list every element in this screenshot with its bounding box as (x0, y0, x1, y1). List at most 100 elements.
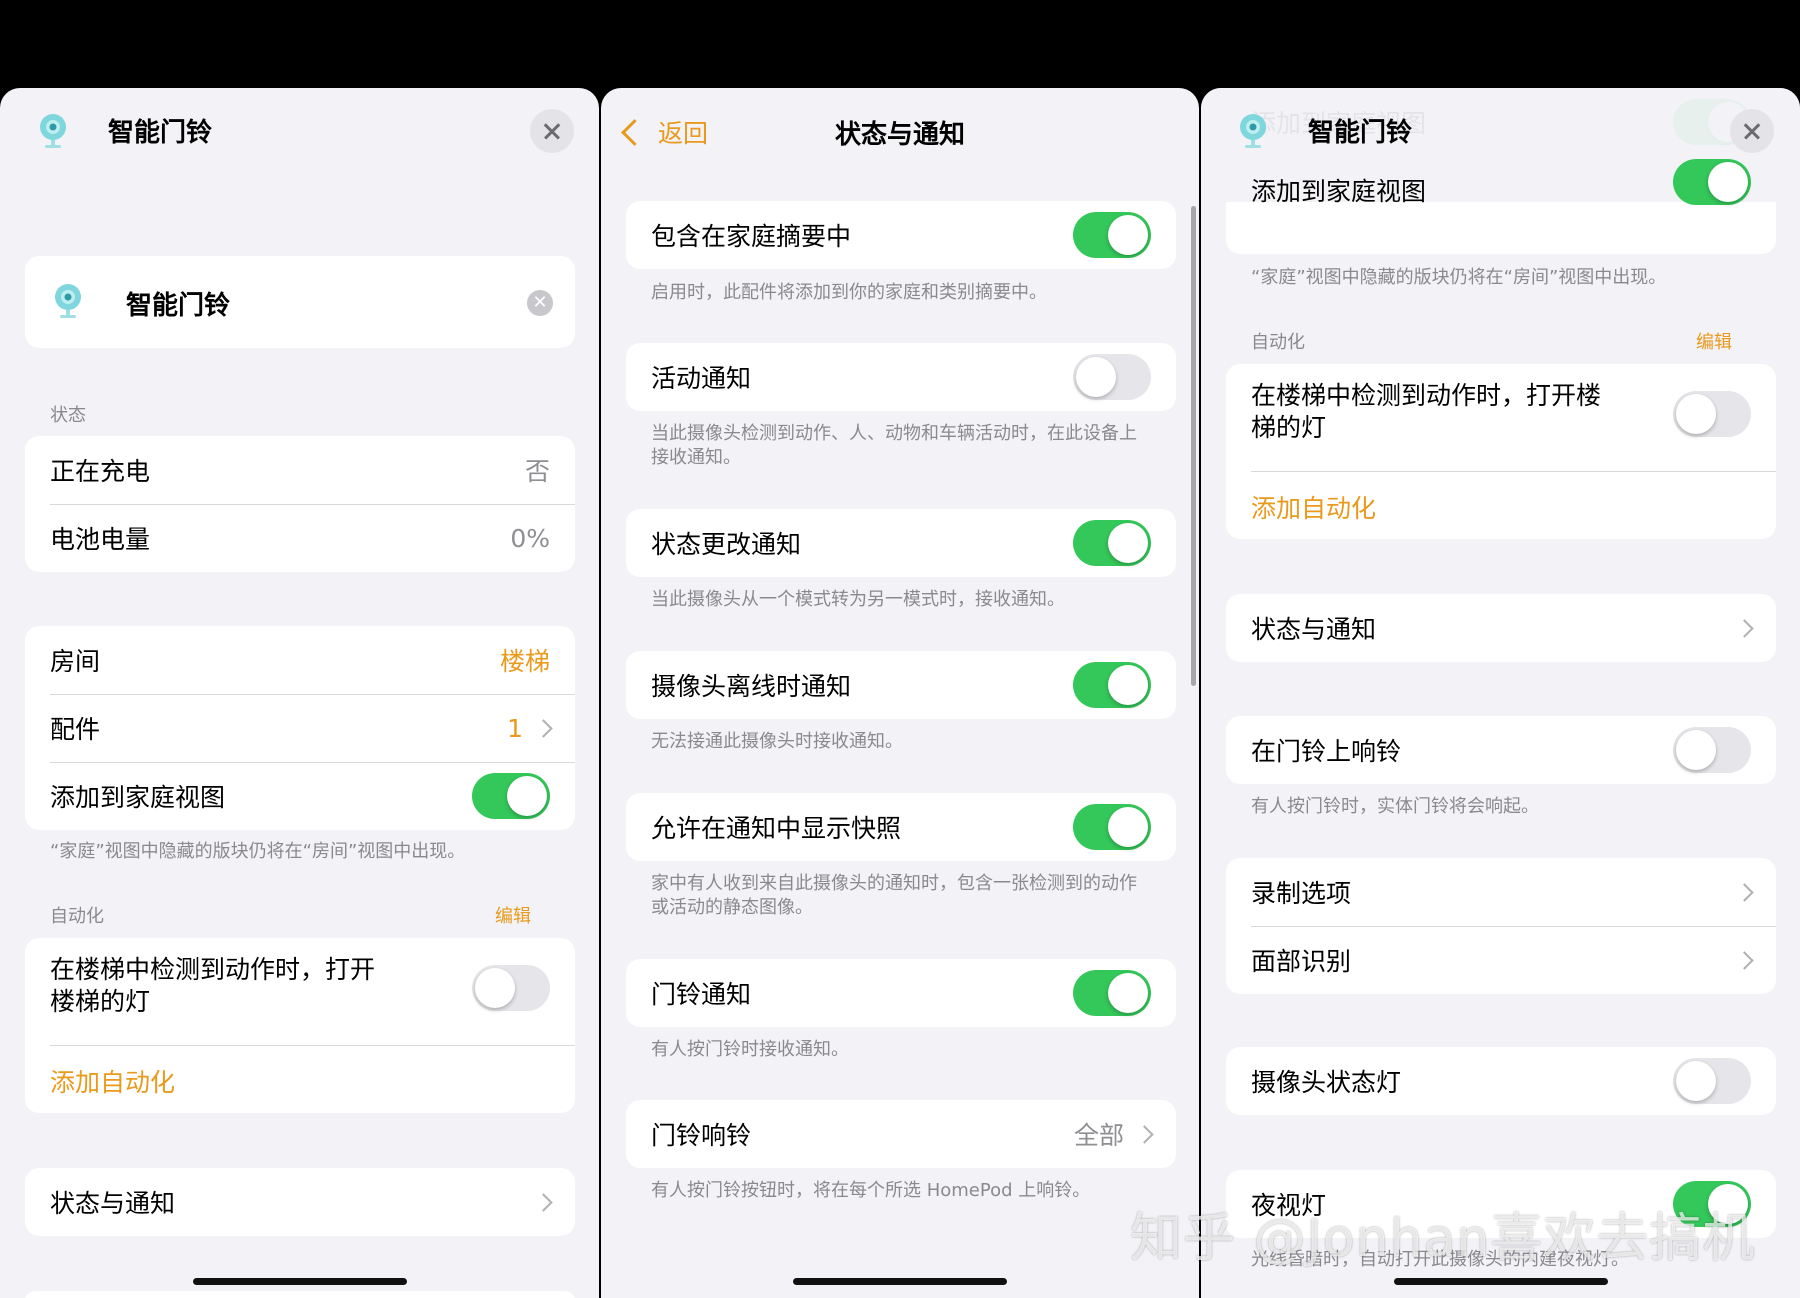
room-value[interactable]: 楼梯 (500, 642, 550, 678)
automation-section-label: 自动化 (1251, 332, 1305, 353)
back-label: 返回 (658, 119, 709, 148)
ring-doorbell-label: 在门铃上响铃 (1251, 737, 1402, 766)
scrollbar[interactable] (1191, 206, 1196, 686)
next-card (25, 1291, 575, 1298)
page-title: 智能门铃 (108, 118, 213, 148)
automation-item-label[interactable]: 在楼梯中检测到动作时，打开楼梯的灯 (50, 954, 390, 1018)
charging-value: 否 (524, 457, 550, 486)
status-notify-card[interactable]: 状态与通知 (1226, 594, 1776, 662)
clear-icon[interactable]: ✕ (527, 290, 553, 316)
accessory-name-field[interactable]: 智能门铃 (126, 285, 230, 322)
room-row[interactable]: 房间 楼梯 (25, 626, 575, 694)
chevron-right-icon (534, 1192, 553, 1212)
chevron-right-icon (1735, 882, 1754, 902)
snapshot-note: 家中有人收到来自此摄像头的通知时，包含一张检测到的动作或活动的静态图像。 (651, 873, 1137, 918)
state-change-toggle[interactable] (1073, 520, 1151, 566)
offline-notify-card: 摄像头离线时通知 (626, 651, 1176, 719)
camera-light-row: 摄像头状态灯 (1226, 1047, 1776, 1115)
automation-card: 在楼梯中检测到动作时，打开楼梯的灯 添加自动化 (25, 938, 575, 1113)
home-summary-toggle[interactable] (1073, 212, 1151, 258)
doorbell-notify-toggle[interactable] (1073, 970, 1151, 1016)
snapshot-toggle[interactable] (1073, 804, 1151, 850)
home-indicator[interactable] (193, 1278, 407, 1285)
battery-row: 电池电量 0% (25, 504, 575, 572)
chevron-right-icon (1135, 1124, 1154, 1144)
home-summary-row: 包含在家庭摘要中 (626, 201, 1176, 269)
activity-notify-note: 当此摄像头检测到动作、人、动物和车辆活动时，在此设备上接收通知。 (651, 423, 1137, 468)
camera-icon (40, 114, 66, 148)
automation-item-label[interactable]: 在楼梯中检测到动作时，打开楼梯的灯 (1251, 380, 1611, 444)
accessory-detail-scrolled-panel: 添加到家庭视图 智能门铃 添加到家庭视图 “家庭”视图中隐藏的版块仍将在“房间”… (1201, 88, 1800, 1298)
home-summary-label: 包含在家庭摘要中 (651, 222, 852, 251)
recording-card: 录制选项 面部识别 (1226, 858, 1776, 994)
snapshot-card: 允许在通知中显示快照 (626, 793, 1176, 861)
automation-card: 在楼梯中检测到动作时，打开楼梯的灯 添加自动化 (1226, 364, 1776, 539)
activity-notify-row: 活动通知 (626, 343, 1176, 411)
home-indicator[interactable] (793, 1278, 1007, 1285)
battery-label: 电池电量 (50, 525, 151, 554)
camera-icon (1240, 114, 1266, 148)
face-recognition-row[interactable]: 面部识别 (1226, 926, 1776, 994)
chime-label: 门铃响铃 (651, 1121, 752, 1150)
close-button[interactable] (530, 109, 574, 153)
status-notify-label: 状态与通知 (50, 1189, 176, 1218)
camera-light-label: 摄像头状态灯 (1251, 1068, 1402, 1097)
close-button[interactable] (1730, 109, 1774, 153)
chime-card[interactable]: 门铃响铃 全部 (626, 1100, 1176, 1168)
add-home-view-row: 添加到家庭视图 (25, 762, 575, 830)
add-automation-button[interactable]: 添加自动化 (50, 1063, 175, 1099)
automation-edit-button[interactable]: 编辑 (495, 902, 531, 928)
page-title: 智能门铃 (1308, 118, 1413, 148)
status-notify-card[interactable]: 状态与通知 (25, 1168, 575, 1236)
status-card: 正在充电 否 电池电量 0% (25, 436, 575, 572)
offline-notify-label: 摄像头离线时通知 (651, 672, 852, 701)
add-home-view-label: 添加到家庭视图 (1251, 177, 1427, 206)
state-change-card: 状态更改通知 (626, 509, 1176, 577)
doorbell-notify-note: 有人按门铃时接收通知。 (651, 1039, 849, 1060)
activity-notify-toggle[interactable] (1073, 354, 1151, 400)
activity-notify-label: 活动通知 (651, 364, 752, 393)
chevron-right-icon (1735, 950, 1754, 970)
add-automation-button[interactable]: 添加自动化 (1251, 489, 1376, 525)
charging-label: 正在充电 (50, 457, 151, 486)
chime-value: 全部 (1073, 1121, 1124, 1150)
automation-item-toggle[interactable] (472, 965, 550, 1011)
chime-note: 有人按门铃按钮时，将在每个所选 HomePod 上响铃。 (651, 1180, 1091, 1201)
ring-doorbell-toggle[interactable] (1673, 727, 1751, 773)
recording-options-row[interactable]: 录制选项 (1226, 858, 1776, 926)
ring-doorbell-row: 在门铃上响铃 (1226, 716, 1776, 784)
face-recognition-label: 面部识别 (1251, 947, 1352, 976)
doorbell-notify-row: 门铃通知 (626, 959, 1176, 1027)
snapshot-row: 允许在通知中显示快照 (626, 793, 1176, 861)
room-card: 房间 楼梯 配件 1 添加到家庭视图 (25, 626, 575, 830)
accessory-name-card: 智能门铃 ✕ (25, 256, 575, 348)
camera-light-toggle[interactable] (1673, 1058, 1751, 1104)
offline-notify-toggle[interactable] (1073, 662, 1151, 708)
automation-edit-button[interactable]: 编辑 (1696, 328, 1732, 354)
status-section-label: 状态 (50, 405, 86, 426)
add-home-view-toggle[interactable] (472, 773, 550, 819)
back-button[interactable]: 返回 (615, 114, 708, 150)
charging-row: 正在充电 否 (25, 436, 575, 504)
status-notify-label: 状态与通知 (1251, 615, 1377, 644)
home-indicator[interactable] (1394, 1278, 1608, 1285)
automation-item-toggle[interactable] (1673, 391, 1751, 437)
status-notify-row[interactable]: 状态与通知 (1226, 594, 1776, 662)
recording-options-label: 录制选项 (1251, 879, 1352, 908)
activity-notify-card: 活动通知 (626, 343, 1176, 411)
status-notify-row[interactable]: 状态与通知 (25, 1168, 575, 1236)
add-home-view-toggle[interactable] (1673, 159, 1751, 205)
offline-notify-row: 摄像头离线时通知 (626, 651, 1176, 719)
accessory-count: 1 (507, 713, 523, 743)
camera-light-card: 摄像头状态灯 (1226, 1047, 1776, 1115)
add-home-view-label: 添加到家庭视图 (50, 783, 226, 812)
state-change-row: 状态更改通知 (626, 509, 1176, 577)
doorbell-notify-card: 门铃通知 (626, 959, 1176, 1027)
home-summary-note: 启用时，此配件将添加到你的家庭和类别摘要中。 (651, 282, 1047, 303)
state-change-label: 状态更改通知 (651, 530, 802, 559)
accessory-row[interactable]: 配件 1 (25, 694, 575, 762)
home-summary-card: 包含在家庭摘要中 (626, 201, 1176, 269)
chime-row[interactable]: 门铃响铃 全部 (626, 1100, 1176, 1168)
add-home-view-note: “家庭”视图中隐藏的版块仍将在“房间”视图中出现。 (1251, 267, 1667, 288)
watermark: 知乎 @Jonhan喜欢去搞机 (1130, 1209, 1756, 1269)
